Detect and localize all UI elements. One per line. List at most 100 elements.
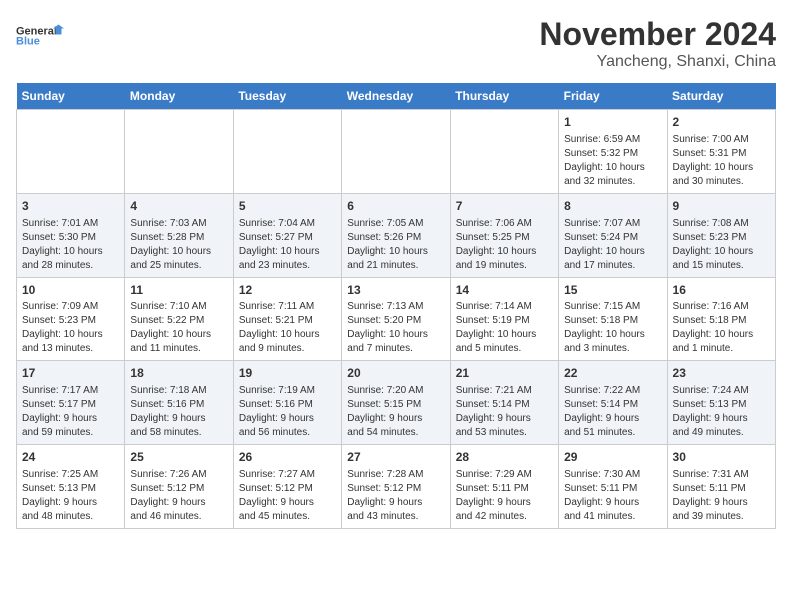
weekday-header-monday: Monday	[125, 83, 233, 110]
day-info: Sunrise: 7:09 AM Sunset: 5:23 PM Dayligh…	[22, 300, 119, 356]
day-number: 27	[347, 449, 444, 466]
empty-cell	[125, 110, 233, 194]
day-number: 5	[239, 198, 336, 215]
day-cell-11: 11Sunrise: 7:10 AM Sunset: 5:22 PM Dayli…	[125, 277, 233, 361]
day-info: Sunrise: 7:28 AM Sunset: 5:12 PM Dayligh…	[347, 468, 444, 524]
day-cell-12: 12Sunrise: 7:11 AM Sunset: 5:21 PM Dayli…	[233, 277, 341, 361]
day-info: Sunrise: 7:21 AM Sunset: 5:14 PM Dayligh…	[456, 384, 553, 440]
day-info: Sunrise: 7:03 AM Sunset: 5:28 PM Dayligh…	[130, 217, 227, 273]
day-number: 11	[130, 282, 227, 299]
day-cell-8: 8 Sunrise: 7:07 AM Sunset: 5:24 PM Daylig…	[559, 193, 667, 277]
day-cell-4: 4 Sunrise: 7:03 AM Sunset: 5:28 PM Daylig…	[125, 193, 233, 277]
day-number: 14	[456, 282, 553, 299]
day-info: Sunrise: 7:14 AM Sunset: 5:19 PM Dayligh…	[456, 300, 553, 356]
day-info: Sunrise: 7:25 AM Sunset: 5:13 PM Dayligh…	[22, 468, 119, 524]
day-info: Sunrise: 7:06 AM Sunset: 5:25 PM Dayligh…	[456, 217, 553, 273]
day-cell-14: 14Sunrise: 7:14 AM Sunset: 5:19 PM Dayli…	[450, 277, 558, 361]
day-info: Sunrise: 7:22 AM Sunset: 5:14 PM Dayligh…	[564, 384, 661, 440]
weekday-header-friday: Friday	[559, 83, 667, 110]
day-cell-10: 10Sunrise: 7:09 AM Sunset: 5:23 PM Dayli…	[17, 277, 125, 361]
day-number: 13	[347, 282, 444, 299]
day-cell-20: 20 Sunrise: 7:20 AM Sunset: 5:15 PM Dayli…	[342, 361, 450, 445]
day-number: 9	[673, 198, 770, 215]
weekday-header-thursday: Thursday	[450, 83, 558, 110]
empty-cell	[342, 110, 450, 194]
day-cell-22: 22 Sunrise: 7:22 AM Sunset: 5:14 PM Dayli…	[559, 361, 667, 445]
day-info: Sunrise: 7:20 AM Sunset: 5:15 PM Dayligh…	[347, 384, 444, 440]
day-number: 17	[22, 365, 119, 382]
day-cell-2: 2 Sunrise: 7:00 AM Sunset: 5:31 PM Daylig…	[667, 110, 775, 194]
day-cell-13: 13Sunrise: 7:13 AM Sunset: 5:20 PM Dayli…	[342, 277, 450, 361]
day-info: Sunrise: 7:30 AM Sunset: 5:11 PM Dayligh…	[564, 468, 661, 524]
day-number: 4	[130, 198, 227, 215]
svg-text:Blue: Blue	[16, 36, 40, 48]
day-cell-19: 19Sunrise: 7:19 AM Sunset: 5:16 PM Dayli…	[233, 361, 341, 445]
day-info: Sunrise: 7:10 AM Sunset: 5:22 PM Dayligh…	[130, 300, 227, 356]
day-cell-9: 9 Sunrise: 7:08 AM Sunset: 5:23 PM Daylig…	[667, 193, 775, 277]
day-cell-6: 6Sunrise: 7:05 AM Sunset: 5:26 PM Daylig…	[342, 193, 450, 277]
day-number: 26	[239, 449, 336, 466]
day-info: Sunrise: 7:18 AM Sunset: 5:16 PM Dayligh…	[130, 384, 227, 440]
day-number: 1	[564, 114, 661, 131]
day-info: Sunrise: 7:04 AM Sunset: 5:27 PM Dayligh…	[239, 217, 336, 273]
weekday-header-saturday: Saturday	[667, 83, 775, 110]
day-cell-16: 16Sunrise: 7:16 AM Sunset: 5:18 PM Dayli…	[667, 277, 775, 361]
day-info: Sunrise: 7:26 AM Sunset: 5:12 PM Dayligh…	[130, 468, 227, 524]
weekday-header-tuesday: Tuesday	[233, 83, 341, 110]
day-info: Sunrise: 7:17 AM Sunset: 5:17 PM Dayligh…	[22, 384, 119, 440]
day-number: 22	[564, 365, 661, 382]
logo: General Blue	[16, 16, 66, 56]
day-info: Sunrise: 7:05 AM Sunset: 5:26 PM Dayligh…	[347, 217, 444, 273]
month-title: November 2024	[539, 16, 776, 53]
day-cell-3: 3 Sunrise: 7:01 AM Sunset: 5:30 PM Daylig…	[17, 193, 125, 277]
day-number: 16	[673, 282, 770, 299]
day-info: Sunrise: 7:11 AM Sunset: 5:21 PM Dayligh…	[239, 300, 336, 356]
day-info: Sunrise: 7:07 AM Sunset: 5:24 PM Dayligh…	[564, 217, 661, 273]
day-cell-29: 29 Sunrise: 7:30 AM Sunset: 5:11 PM Dayli…	[559, 445, 667, 529]
logo-svg: General Blue	[16, 16, 66, 56]
day-info: Sunrise: 7:08 AM Sunset: 5:23 PM Dayligh…	[673, 217, 770, 273]
day-number: 30	[673, 449, 770, 466]
empty-cell	[17, 110, 125, 194]
day-info: Sunrise: 7:15 AM Sunset: 5:18 PM Dayligh…	[564, 300, 661, 356]
day-info: Sunrise: 7:27 AM Sunset: 5:12 PM Dayligh…	[239, 468, 336, 524]
day-number: 10	[22, 282, 119, 299]
day-info: Sunrise: 7:00 AM Sunset: 5:31 PM Dayligh…	[673, 133, 770, 189]
location: Yancheng, Shanxi, China	[539, 53, 776, 71]
day-number: 25	[130, 449, 227, 466]
day-number: 2	[673, 114, 770, 131]
day-number: 20	[347, 365, 444, 382]
day-cell-25: 25 Sunrise: 7:26 AM Sunset: 5:12 PM Dayli…	[125, 445, 233, 529]
day-cell-27: 27 Sunrise: 7:28 AM Sunset: 5:12 PM Dayli…	[342, 445, 450, 529]
page-header: General Blue November 2024 Yancheng, Sha…	[16, 16, 776, 71]
day-number: 19	[239, 365, 336, 382]
day-cell-26: 26 Sunrise: 7:27 AM Sunset: 5:12 PM Dayli…	[233, 445, 341, 529]
title-block: November 2024 Yancheng, Shanxi, China	[539, 16, 776, 71]
day-cell-5: 5 Sunrise: 7:04 AM Sunset: 5:27 PM Daylig…	[233, 193, 341, 277]
day-info: Sunrise: 7:01 AM Sunset: 5:30 PM Dayligh…	[22, 217, 119, 273]
empty-cell	[450, 110, 558, 194]
day-cell-17: 17 Sunrise: 7:17 AM Sunset: 5:17 PM Dayli…	[17, 361, 125, 445]
day-number: 18	[130, 365, 227, 382]
day-cell-18: 18 Sunrise: 7:18 AM Sunset: 5:16 PM Dayli…	[125, 361, 233, 445]
day-info: Sunrise: 6:59 AM Sunset: 5:32 PM Dayligh…	[564, 133, 661, 189]
day-number: 3	[22, 198, 119, 215]
day-number: 29	[564, 449, 661, 466]
day-info: Sunrise: 7:31 AM Sunset: 5:11 PM Dayligh…	[673, 468, 770, 524]
day-cell-23: 23 Sunrise: 7:24 AM Sunset: 5:13 PM Dayli…	[667, 361, 775, 445]
day-cell-28: 28Sunrise: 7:29 AM Sunset: 5:11 PM Dayli…	[450, 445, 558, 529]
day-number: 7	[456, 198, 553, 215]
day-cell-7: 7 Sunrise: 7:06 AM Sunset: 5:25 PM Daylig…	[450, 193, 558, 277]
day-number: 8	[564, 198, 661, 215]
weekday-header-sunday: Sunday	[17, 83, 125, 110]
day-cell-21: 21Sunrise: 7:21 AM Sunset: 5:14 PM Dayli…	[450, 361, 558, 445]
day-info: Sunrise: 7:29 AM Sunset: 5:11 PM Dayligh…	[456, 468, 553, 524]
day-cell-30: 30 Sunrise: 7:31 AM Sunset: 5:11 PM Dayli…	[667, 445, 775, 529]
day-info: Sunrise: 7:16 AM Sunset: 5:18 PM Dayligh…	[673, 300, 770, 356]
day-number: 23	[673, 365, 770, 382]
day-info: Sunrise: 7:24 AM Sunset: 5:13 PM Dayligh…	[673, 384, 770, 440]
day-cell-15: 15Sunrise: 7:15 AM Sunset: 5:18 PM Dayli…	[559, 277, 667, 361]
day-cell-24: 24 Sunrise: 7:25 AM Sunset: 5:13 PM Dayli…	[17, 445, 125, 529]
calendar-table: SundayMondayTuesdayWednesdayThursdayFrid…	[16, 83, 776, 529]
day-number: 24	[22, 449, 119, 466]
